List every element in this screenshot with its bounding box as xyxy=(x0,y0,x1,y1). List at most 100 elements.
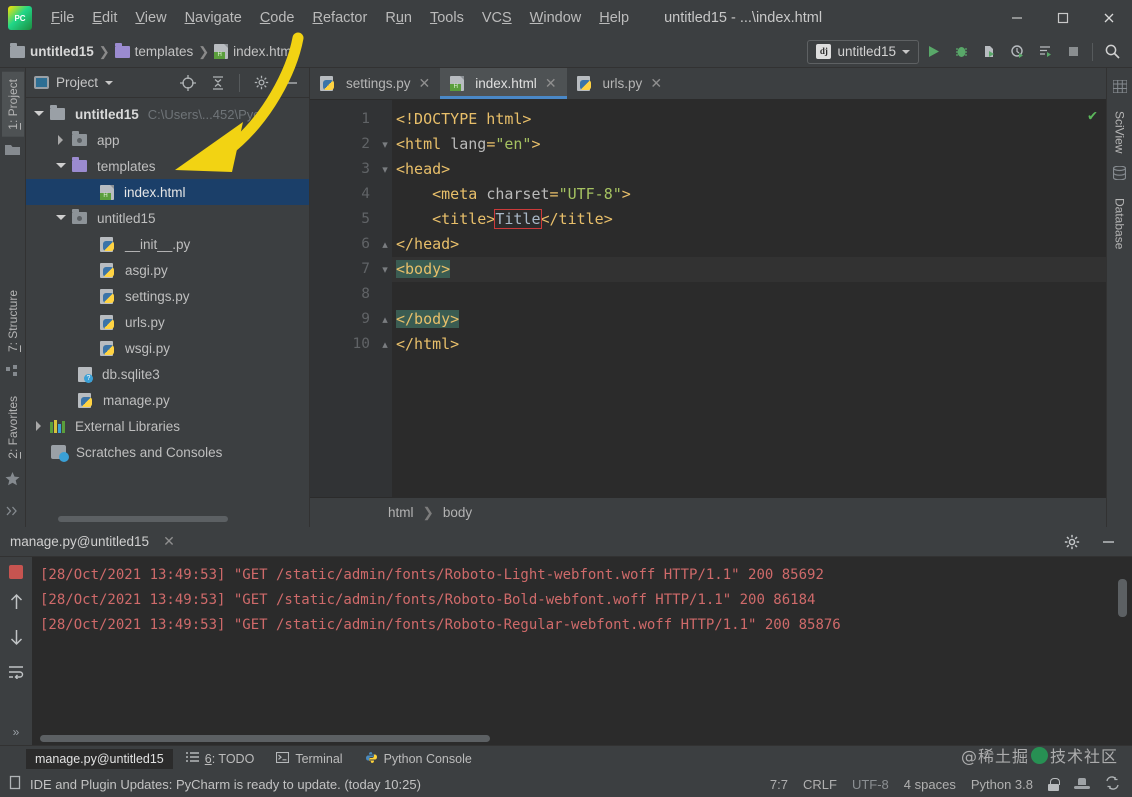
menu-tools[interactable]: Tools xyxy=(421,6,473,30)
python-interpreter[interactable]: Python 3.8 xyxy=(971,777,1033,792)
tree-row-project-root[interactable]: untitled15 C:\Users\...452\Pych xyxy=(26,101,309,127)
hide-icon[interactable] xyxy=(1094,529,1122,555)
stop-icon[interactable] xyxy=(1059,39,1087,65)
sidebar-tab-sciview[interactable]: SciView xyxy=(1109,104,1131,160)
status-message[interactable]: IDE and Plugin Updates: PyCharm is ready… xyxy=(30,777,421,792)
star-icon[interactable] xyxy=(5,472,20,491)
indent-setting[interactable]: 4 spaces xyxy=(904,777,956,792)
fold-toggle-icon[interactable]: ▴ xyxy=(378,332,392,357)
tree-row-app[interactable]: app xyxy=(26,127,309,153)
close-icon[interactable] xyxy=(1086,1,1132,35)
down-icon[interactable] xyxy=(9,629,24,651)
event-log-icon[interactable] xyxy=(8,775,22,793)
sciview-icon[interactable] xyxy=(1113,80,1127,98)
close-icon[interactable]: ✕ xyxy=(419,75,431,92)
tree-row-scratches[interactable]: Scratches and Consoles xyxy=(26,439,309,465)
maximize-icon[interactable] xyxy=(1040,1,1086,35)
expand-strip-icon[interactable] xyxy=(6,503,19,521)
run-configuration-selector[interactable]: dj untitled15 xyxy=(807,40,919,64)
tree-row-untitled15-pkg[interactable]: untitled15 xyxy=(26,205,309,231)
menu-help[interactable]: Help xyxy=(590,6,638,30)
sidebar-tab-project[interactable]: 1: Project xyxy=(2,72,24,137)
collapse-all-icon[interactable] xyxy=(204,70,232,96)
menu-file[interactable]: File xyxy=(42,6,83,30)
twisty-down-icon[interactable] xyxy=(54,211,68,225)
tree-row-manage-py[interactable]: manage.py xyxy=(26,387,309,413)
soft-wrap-icon[interactable] xyxy=(8,665,24,684)
bottom-tab-python-console[interactable]: Python Console xyxy=(356,748,481,770)
fold-toggle-icon[interactable]: ▴ xyxy=(378,307,392,332)
console-horizontal-scrollbar[interactable] xyxy=(40,735,490,742)
twisty-down-icon[interactable] xyxy=(32,107,46,121)
run-icon[interactable] xyxy=(919,39,947,65)
profile-icon[interactable] xyxy=(1003,39,1031,65)
settings-icon[interactable] xyxy=(247,70,275,96)
tree-row-urls-py[interactable]: urls.py xyxy=(26,309,309,335)
twisty-right-icon[interactable] xyxy=(54,135,68,145)
sidebar-tab-structure[interactable]: 7: Structure xyxy=(2,283,24,359)
code-text-area[interactable]: <!DOCTYPE html> <html lang="en"> <head> … xyxy=(392,100,1106,497)
database-icon[interactable] xyxy=(1113,166,1126,185)
sync-icon[interactable] xyxy=(1105,776,1120,793)
line-separator[interactable]: CRLF xyxy=(803,777,837,792)
sidebar-tab-database[interactable]: Database xyxy=(1109,191,1131,256)
hector-icon[interactable] xyxy=(1074,778,1090,791)
fold-toggle-icon[interactable]: ▾ xyxy=(378,157,392,182)
stop-icon[interactable] xyxy=(9,565,23,579)
minimize-icon[interactable] xyxy=(994,1,1040,35)
breadcrumb-html[interactable]: html xyxy=(388,505,414,520)
bottom-tab-run[interactable]: manage.py@untitled15 xyxy=(26,749,173,769)
breadcrumb-body[interactable]: body xyxy=(443,505,472,520)
menu-view[interactable]: View xyxy=(126,6,175,30)
twisty-right-icon[interactable] xyxy=(32,421,46,431)
code-folding-gutter[interactable]: ▾ ▾ ▴ ▾ ▴ ▴ xyxy=(378,100,392,497)
tree-row-asgi-py[interactable]: asgi.py xyxy=(26,257,309,283)
tree-row-external-libraries[interactable]: External Libraries xyxy=(26,413,309,439)
menu-navigate[interactable]: Navigate xyxy=(176,6,251,30)
lock-icon[interactable] xyxy=(1048,778,1059,791)
editor-tab-settings-py[interactable]: settings.py ✕ xyxy=(310,68,440,99)
folder-icon[interactable] xyxy=(5,143,20,161)
more-icon[interactable]: » xyxy=(13,725,20,739)
chevron-down-icon[interactable] xyxy=(105,81,113,89)
sidebar-tab-favorites[interactable]: 2: Favorites xyxy=(2,389,24,466)
project-horizontal-scrollbar[interactable] xyxy=(32,514,307,523)
caret-position[interactable]: 7:7 xyxy=(770,777,788,792)
menu-run[interactable]: Run xyxy=(376,6,421,30)
menu-code[interactable]: Code xyxy=(251,6,304,30)
bottom-tab-todo[interactable]: 6: TODO xyxy=(177,749,264,769)
console-vertical-scrollbar[interactable] xyxy=(1118,579,1127,617)
tree-row-db-sqlite3[interactable]: db.sqlite3 xyxy=(26,361,309,387)
bottom-tab-terminal[interactable]: Terminal xyxy=(267,749,351,769)
menu-window[interactable]: Window xyxy=(521,6,591,30)
ok-check-icon[interactable]: ✔ xyxy=(1088,106,1097,124)
breadcrumb-index-html[interactable]: index.html xyxy=(214,44,295,59)
debug-icon[interactable] xyxy=(947,39,975,65)
search-icon[interactable] xyxy=(1098,39,1126,65)
tree-row-init-py[interactable]: __init__.py xyxy=(26,231,309,257)
tree-row-templates[interactable]: templates xyxy=(26,153,309,179)
up-icon[interactable] xyxy=(9,593,24,615)
close-icon[interactable]: ✕ xyxy=(163,533,175,550)
tree-row-index-html[interactable]: index.html xyxy=(26,179,309,205)
console-output[interactable]: [28/Oct/2021 13:49:53] "GET /static/admi… xyxy=(32,557,1132,745)
structure-icon[interactable] xyxy=(6,365,19,383)
menu-edit[interactable]: Edit xyxy=(83,6,126,30)
file-encoding[interactable]: UTF-8 xyxy=(852,777,889,792)
fold-toggle-icon[interactable]: ▴ xyxy=(378,232,392,257)
tree-row-wsgi-py[interactable]: wsgi.py xyxy=(26,335,309,361)
breadcrumb-templates[interactable]: templates xyxy=(115,44,194,59)
locate-icon[interactable] xyxy=(174,70,202,96)
breadcrumb-project[interactable]: untitled15 xyxy=(10,44,94,59)
tree-row-settings-py[interactable]: settings.py xyxy=(26,283,309,309)
hide-icon[interactable] xyxy=(277,70,305,96)
project-tree[interactable]: untitled15 C:\Users\...452\Pych app temp… xyxy=(26,98,309,514)
run-window-tab[interactable]: manage.py@untitled15 xyxy=(10,534,149,549)
menu-vcs[interactable]: VCS xyxy=(473,6,521,30)
run-with-icon[interactable] xyxy=(1031,39,1059,65)
close-icon[interactable]: ✕ xyxy=(650,75,662,92)
close-icon[interactable]: ✕ xyxy=(545,75,557,92)
menu-refactor[interactable]: Refactor xyxy=(304,6,377,30)
run-coverage-icon[interactable] xyxy=(975,39,1003,65)
fold-toggle-icon[interactable]: ▾ xyxy=(378,257,392,282)
